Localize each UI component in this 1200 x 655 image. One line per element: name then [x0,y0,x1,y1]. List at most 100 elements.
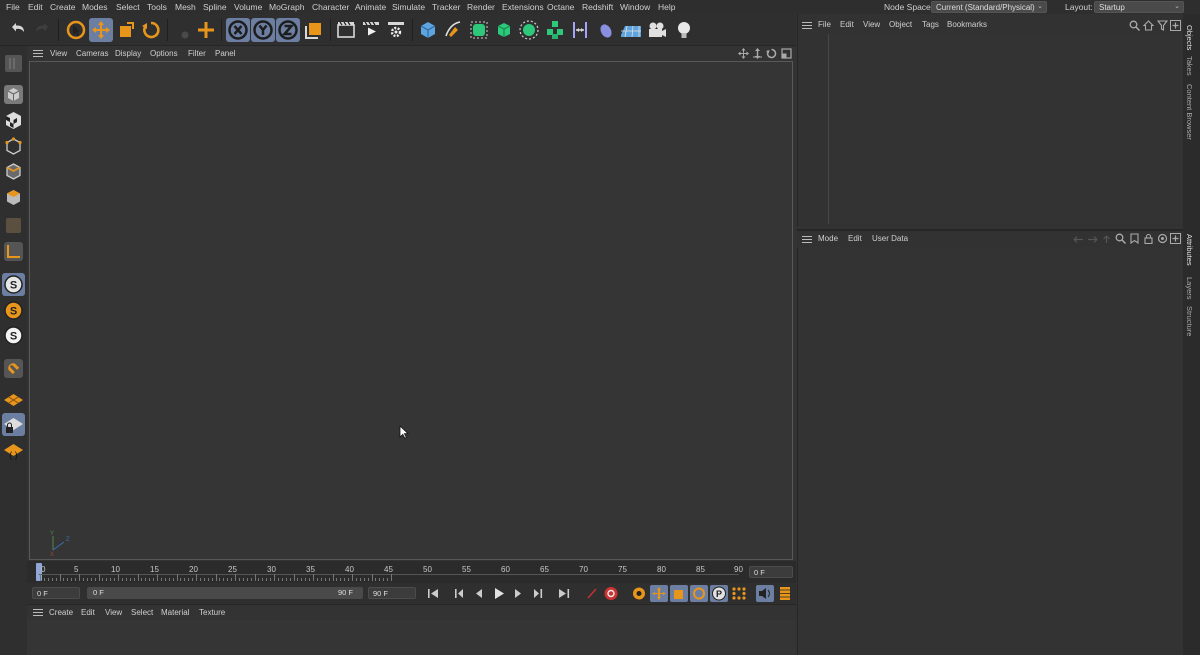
magnet-icon[interactable] [2,357,25,380]
object-menu-view[interactable]: View [863,20,880,29]
coordinate-system-icon[interactable] [302,18,326,42]
search-icon[interactable] [1129,20,1140,31]
search-icon[interactable] [1115,233,1126,244]
undo-icon[interactable] [6,18,30,42]
range-slider[interactable]: 0 F 90 F [87,587,363,599]
camera-icon[interactable] [645,18,669,42]
object-menu-bookmarks[interactable]: Bookmarks [947,20,987,29]
object-list[interactable] [828,34,1183,224]
arrow-left-icon[interactable] [1073,235,1084,244]
end-frame-field[interactable]: 90 F [368,587,416,599]
next-frame-icon[interactable] [509,585,527,602]
move-icon[interactable] [89,18,113,42]
menu-volume[interactable]: Volume [234,2,262,12]
cube-icon[interactable] [416,18,440,42]
panel-menu-icon[interactable] [802,22,812,29]
attribute-menu-edit[interactable]: Edit [848,234,862,243]
lock-grid-icon[interactable] [2,413,25,436]
light-icon[interactable] [672,18,696,42]
object-menu-edit[interactable]: Edit [840,20,854,29]
render-region-icon[interactable] [334,18,358,42]
y-axis-lock-icon[interactable] [251,18,275,42]
polygons-mode-icon[interactable] [2,186,25,209]
tab-structure[interactable]: Structure [1185,306,1194,336]
menu-mesh[interactable]: Mesh [175,2,196,12]
toggle-view-icon[interactable] [781,48,792,59]
menu-octane[interactable]: Octane [547,2,574,12]
pan-view-icon[interactable] [738,48,749,59]
material-menu-select[interactable]: Select [131,608,153,617]
texture-mode-icon[interactable] [2,109,25,132]
panel-menu-icon[interactable] [33,50,43,57]
z-axis-lock-icon[interactable] [276,18,300,42]
viewport-menu-options[interactable]: Options [150,49,178,58]
menu-create[interactable]: Create [50,2,76,12]
material-list-area[interactable] [27,620,796,655]
tab-objects[interactable]: Objects [1185,25,1194,50]
viewport-menu-filter[interactable]: Filter [188,49,206,58]
menu-edit[interactable]: Edit [28,2,43,12]
attribute-menu-user-data[interactable]: User Data [872,234,908,243]
material-menu-texture[interactable]: Texture [199,608,225,617]
key-rotation-icon[interactable] [690,585,708,602]
rotate-view-icon[interactable] [766,48,777,59]
create-icon[interactable] [194,18,218,42]
attribute-menu-mode[interactable]: Mode [818,234,838,243]
extrude-icon[interactable] [492,18,516,42]
panel-menu-icon[interactable] [802,236,812,243]
viewport-menu-panel[interactable]: Panel [215,49,235,58]
layout-dropdown[interactable]: Startup ⌄ [1094,1,1184,13]
material-menu-edit[interactable]: Edit [81,608,95,617]
menu-mograph[interactable]: MoGraph [269,2,304,12]
tab-layers[interactable]: Layers [1185,277,1194,300]
record-keys-icon[interactable] [583,585,601,602]
menu-tracker[interactable]: Tracker [432,2,461,12]
render-settings-icon[interactable] [384,18,408,42]
menu-redshift[interactable]: Redshift [582,2,613,12]
tab-attributes[interactable]: Attributes [1185,234,1194,266]
menu-tools[interactable]: Tools [147,2,167,12]
field-icon[interactable] [594,18,618,42]
quantize-icon[interactable]: S [2,324,25,347]
menu-file[interactable]: File [6,2,20,12]
lock-icon[interactable] [1143,233,1154,244]
new-panel-icon[interactable] [1170,20,1181,31]
previous-key-icon[interactable] [450,585,468,602]
menu-window[interactable]: Window [620,2,650,12]
rotate-icon[interactable] [139,18,163,42]
go-to-end-icon[interactable] [555,585,573,602]
model-mode-icon[interactable] [2,83,25,106]
material-menu-material[interactable]: Material [161,608,189,617]
viewport-menu-cameras[interactable]: Cameras [76,49,108,58]
make-editable-icon[interactable] [2,52,25,75]
menu-extensions[interactable]: Extensions [502,2,544,12]
menu-render[interactable]: Render [467,2,495,12]
perspective-viewport[interactable]: Y Z X [29,61,793,560]
menu-select[interactable]: Select [116,2,140,12]
tab-content-browser[interactable]: Content Browser [1185,84,1194,140]
timeline-sound-icon[interactable] [756,585,774,602]
live-selection-icon[interactable] [64,18,88,42]
menu-simulate[interactable]: Simulate [392,2,425,12]
filter-icon[interactable] [1157,20,1168,31]
tab-takes[interactable]: Takes [1185,56,1194,76]
key-point-level-icon[interactable] [730,585,748,602]
symmetry-icon[interactable] [568,18,592,42]
start-frame-field[interactable]: 0 F [32,587,80,599]
object-menu-file[interactable]: File [818,20,831,29]
keyframe-selection-icon[interactable] [630,585,648,602]
material-menu-create[interactable]: Create [49,608,73,617]
viewport-menu-display[interactable]: Display [115,49,141,58]
arrow-up-icon[interactable] [1101,235,1112,244]
cloner-icon[interactable] [543,18,567,42]
menu-help[interactable]: Help [658,2,675,12]
auto-key-icon[interactable] [602,585,620,602]
key-parameter-icon[interactable]: P [710,585,728,602]
menu-character[interactable]: Character [312,2,349,12]
grid-icon[interactable] [2,388,25,411]
recent-tools-icon[interactable] [172,18,196,42]
attribute-area[interactable] [797,247,1183,655]
points-mode-icon[interactable] [2,135,25,158]
previous-frame-icon[interactable] [470,585,488,602]
snap-icon[interactable]: S [2,273,25,296]
